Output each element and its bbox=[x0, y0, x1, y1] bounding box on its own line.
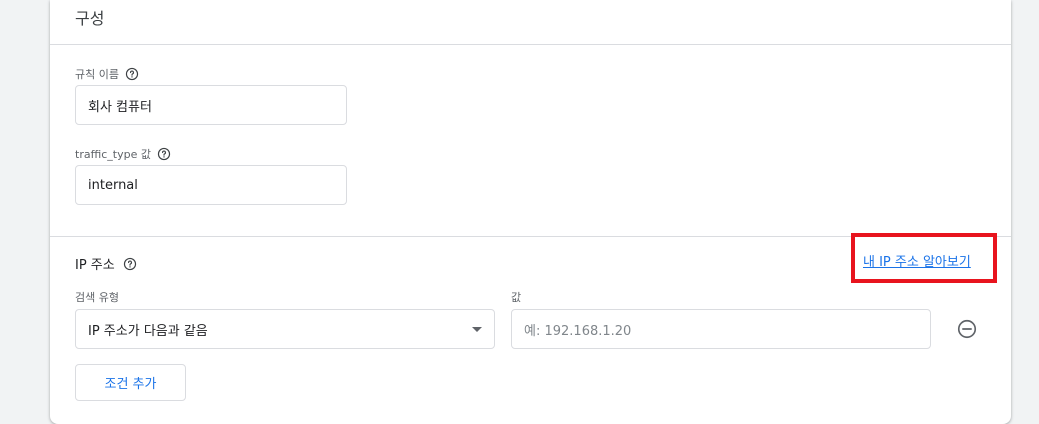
traffic-type-input[interactable]: internal bbox=[75, 165, 347, 205]
minus-circle-icon[interactable] bbox=[956, 318, 978, 340]
caret-down-icon bbox=[472, 327, 482, 332]
match-type-select[interactable]: IP 주소가 다음과 같음 bbox=[75, 309, 495, 349]
rule-name-label-row: 규칙 이름 bbox=[75, 66, 139, 82]
value-label: 값 bbox=[511, 291, 522, 304]
find-my-ip-link[interactable]: 내 IP 주소 알아보기 bbox=[863, 251, 971, 270]
match-type-label: 검색 유형 bbox=[75, 291, 119, 304]
rule-name-input[interactable]: 회사 컴퓨터 bbox=[75, 85, 347, 125]
section-divider bbox=[50, 44, 1011, 45]
section-title: 구성 bbox=[75, 9, 105, 28]
help-icon[interactable] bbox=[125, 67, 139, 81]
ip-address-heading: IP 주소 bbox=[75, 254, 137, 273]
help-icon[interactable] bbox=[123, 257, 137, 271]
rule-name-label: 규칙 이름 bbox=[75, 68, 119, 81]
traffic-type-label-row: traffic_type 값 bbox=[75, 146, 171, 162]
match-type-selected-value: IP 주소가 다음과 같음 bbox=[88, 323, 208, 339]
configuration-card: 구성 규칙 이름 회사 컴퓨터 traffic_type 값 internal … bbox=[50, 0, 1011, 424]
traffic-type-label: traffic_type 값 bbox=[75, 148, 151, 161]
help-icon[interactable] bbox=[157, 147, 171, 161]
ip-value-input[interactable]: 예: 192.168.1.20 bbox=[511, 309, 931, 349]
add-condition-button[interactable]: 조건 추가 bbox=[75, 364, 186, 401]
ip-address-title: IP 주소 bbox=[75, 258, 115, 273]
